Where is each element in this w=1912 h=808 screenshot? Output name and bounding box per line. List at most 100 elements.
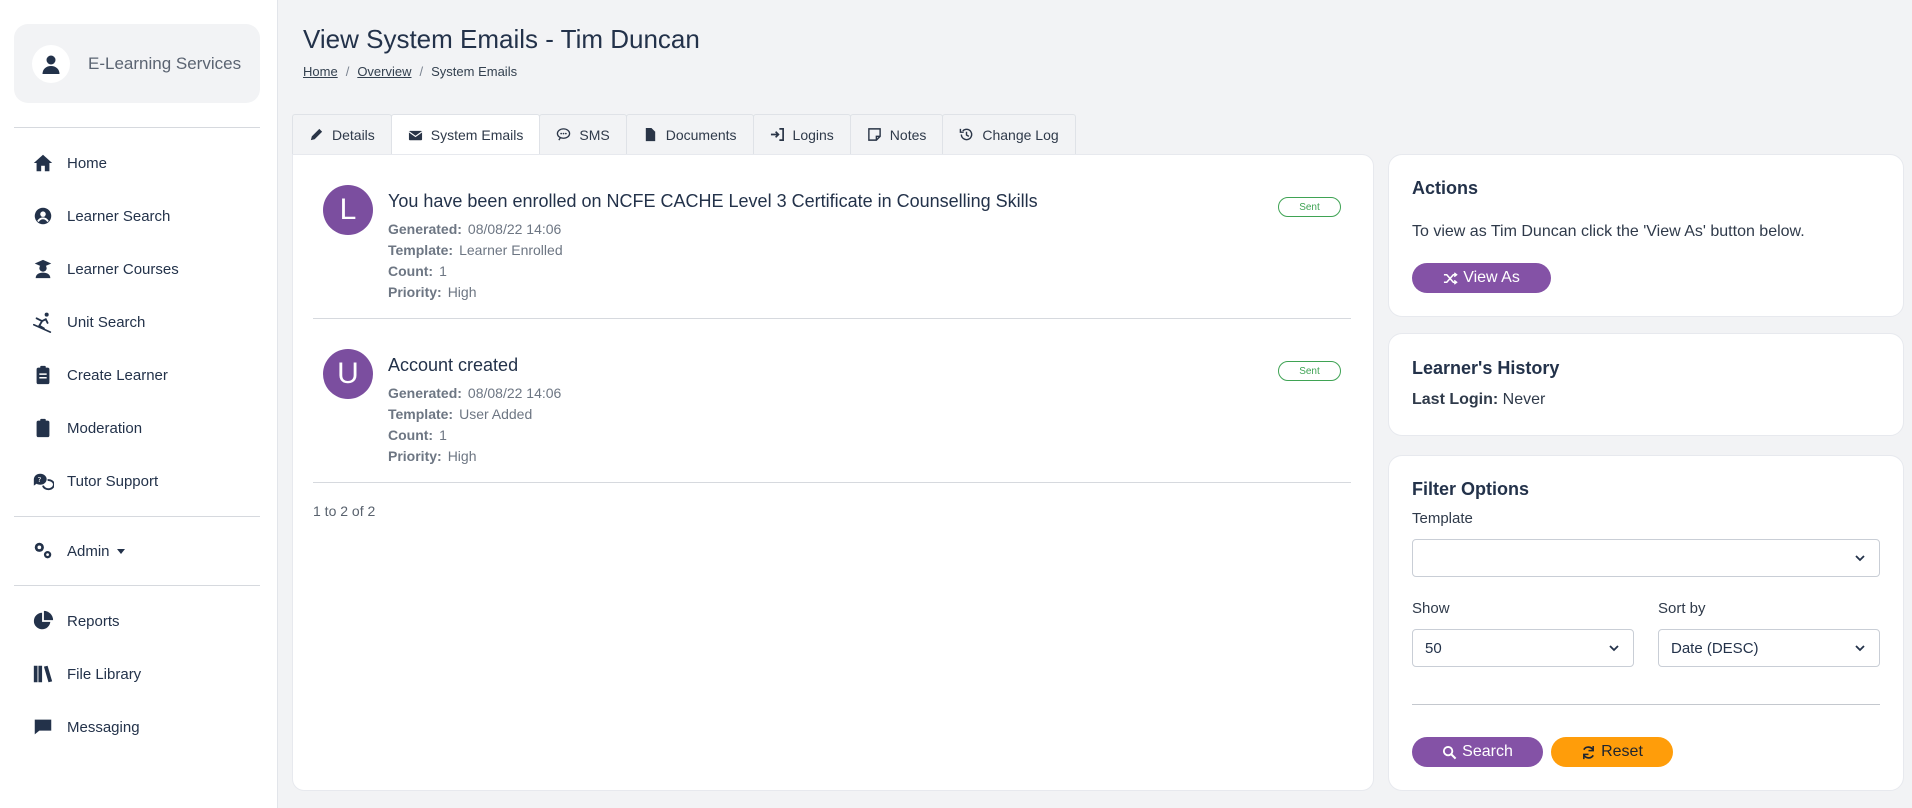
- learner-history-card: Learner's History Last Login: Never: [1388, 333, 1904, 436]
- reset-button[interactable]: Reset: [1551, 737, 1673, 767]
- meta-label: Count:: [388, 427, 434, 443]
- sidebar-item-unit-search[interactable]: Unit Search: [32, 311, 145, 333]
- sidebar-item-label: Admin: [67, 542, 110, 560]
- sidebar-item-tutor-support[interactable]: ? Tutor Support: [32, 470, 158, 492]
- history-icon: [960, 128, 973, 141]
- list-item[interactable]: L You have been enrolled on NCFE CACHE L…: [313, 155, 1351, 319]
- tab-label: Notes: [889, 126, 927, 143]
- breadcrumb-current: System Emails: [431, 64, 518, 79]
- sidebar-item-label: Tutor Support: [67, 472, 159, 490]
- meta-label: Template:: [388, 242, 454, 258]
- sidebar-item-file-library[interactable]: File Library: [32, 663, 141, 685]
- sidebar: E-Learning Services Home Learner Search …: [0, 0, 278, 808]
- clipboard-list-icon: [36, 365, 50, 385]
- sidebar-item-home[interactable]: Home: [32, 152, 107, 174]
- search-button-label: Search: [1462, 743, 1513, 760]
- tab-sms[interactable]: SMS: [539, 114, 627, 154]
- tab-documents[interactable]: Documents: [625, 114, 754, 154]
- tab-notes[interactable]: Notes: [849, 114, 944, 154]
- meta-value: 1: [439, 427, 447, 443]
- refresh-icon: [1583, 745, 1595, 759]
- chevron-down-icon: [1855, 645, 1865, 652]
- list-item[interactable]: U Account created Generated: 08/08/22 14:…: [313, 319, 1351, 483]
- sidebar-item-label: Reports: [67, 612, 120, 630]
- clipboard-icon: [36, 418, 50, 438]
- view-as-button[interactable]: View As: [1412, 263, 1551, 293]
- sidebar-item-create-learner[interactable]: Create Learner: [32, 364, 168, 386]
- breadcrumb-separator: /: [345, 64, 350, 79]
- email-priority: Priority: High: [388, 284, 476, 300]
- status-badge: Sent: [1278, 197, 1341, 217]
- sidebar-item-reports[interactable]: Reports: [32, 610, 120, 632]
- view-as-label: View As: [1463, 269, 1520, 286]
- breadcrumb-separator: /: [419, 64, 424, 79]
- last-login: Last Login: Never: [1412, 391, 1545, 409]
- tab-label: System Emails: [430, 127, 524, 143]
- meta-value: User Added: [459, 406, 533, 422]
- question-chat-icon: ?: [33, 473, 54, 491]
- reset-button-label: Reset: [1601, 743, 1643, 760]
- template-label: Template: [1412, 510, 1473, 527]
- breadcrumb-home-link[interactable]: Home: [303, 64, 338, 79]
- svg-text:?: ?: [38, 475, 42, 484]
- sidebar-item-moderation[interactable]: Moderation: [32, 417, 142, 439]
- sidebar-item-label: Moderation: [67, 419, 143, 437]
- sidebar-item-admin[interactable]: Admin: [32, 540, 139, 562]
- note-icon: [867, 128, 881, 141]
- sort-by-select-value: Date (DESC): [1671, 639, 1759, 657]
- sort-by-select[interactable]: Date (DESC): [1658, 629, 1880, 667]
- meta-value: 1: [439, 263, 447, 279]
- sidebar-divider: [14, 127, 260, 128]
- pagination-summary: 1 to 2 of 2: [313, 503, 376, 519]
- email-subject[interactable]: Account created: [388, 355, 518, 376]
- gears-icon: [34, 542, 52, 559]
- tab-change-log[interactable]: Change Log: [942, 114, 1076, 154]
- email-template: Template: Learner Enrolled: [388, 242, 563, 258]
- books-icon: [33, 665, 53, 683]
- filter-divider: [1412, 704, 1880, 705]
- meta-value: 08/08/22 14:06: [467, 221, 562, 237]
- user-card[interactable]: E-Learning Services: [14, 24, 260, 103]
- meta-value: Learner Enrolled: [459, 242, 563, 258]
- meta-value: 08/08/22 14:06: [467, 385, 562, 401]
- envelope-icon: [408, 130, 423, 140]
- sidebar-divider: [14, 516, 260, 517]
- email-count: Count: 1: [388, 263, 447, 279]
- sidebar-item-label: Learner Courses: [67, 260, 179, 278]
- email-subject[interactable]: You have been enrolled on NCFE CACHE Lev…: [388, 191, 1038, 212]
- actions-text: To view as Tim Duncan click the 'View As…: [1412, 223, 1805, 240]
- shuffle-icon: [1444, 271, 1458, 285]
- show-select[interactable]: 50: [1412, 629, 1634, 667]
- graduate-icon: [34, 259, 52, 279]
- search-button[interactable]: Search: [1412, 737, 1543, 767]
- main-content: View System Emails - Tim Duncan Home / O…: [278, 0, 1912, 808]
- history-title: Learner's History: [1412, 358, 1560, 378]
- email-generated: Generated: 08/08/22 14:06: [388, 221, 561, 237]
- tab-details[interactable]: Details: [292, 114, 392, 154]
- filter-title: Filter Options: [1412, 479, 1529, 499]
- breadcrumb: Home / Overview / System Emails: [303, 64, 517, 79]
- email-avatar: U: [323, 349, 373, 399]
- comment-icon: [557, 128, 571, 141]
- search-icon: [1443, 745, 1457, 759]
- sidebar-item-messaging[interactable]: Messaging: [32, 716, 140, 738]
- meta-label: Priority:: [388, 448, 442, 464]
- sidebar-item-learner-courses[interactable]: Learner Courses: [32, 258, 179, 280]
- sign-in-icon: [770, 128, 784, 141]
- sidebar-item-label: Home: [67, 154, 108, 172]
- template-select[interactable]: [1412, 539, 1880, 577]
- email-list-panel: L You have been enrolled on NCFE CACHE L…: [292, 154, 1374, 791]
- last-login-label: Last Login:: [1412, 391, 1499, 408]
- tab-system-emails[interactable]: System Emails: [390, 114, 541, 155]
- sidebar-item-label: File Library: [67, 665, 142, 683]
- sidebar-item-label: Messaging: [67, 718, 140, 736]
- email-template: Template: User Added: [388, 406, 532, 422]
- tab-logins[interactable]: Logins: [752, 114, 851, 154]
- breadcrumb-overview-link[interactable]: Overview: [357, 64, 411, 79]
- sidebar-item-learner-search[interactable]: Learner Search: [32, 205, 170, 227]
- show-label: Show: [1412, 600, 1450, 617]
- sidebar-divider: [14, 585, 260, 586]
- tab-bar: Details System Emails SMS Documents Logi…: [292, 114, 1076, 155]
- tab-label: Details: [332, 126, 375, 143]
- pie-chart-icon: [33, 610, 54, 630]
